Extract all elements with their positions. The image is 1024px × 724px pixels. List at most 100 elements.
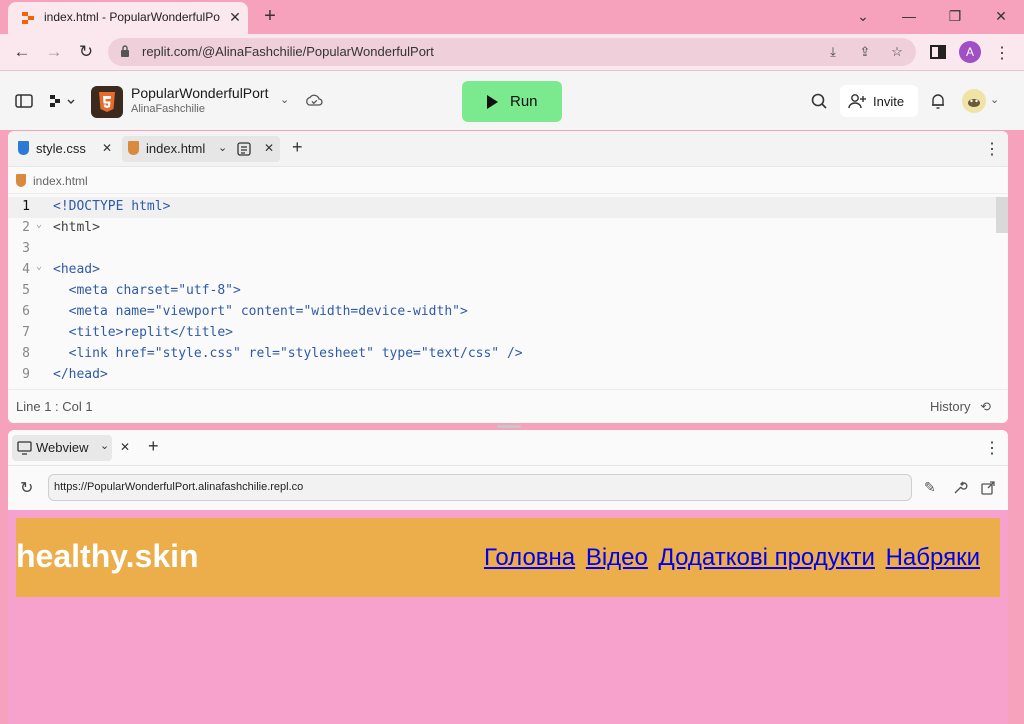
code-line[interactable]: 7 <title>replit</title> xyxy=(8,323,996,344)
close-icon[interactable]: ✕ xyxy=(120,440,130,454)
profile-avatar[interactable]: A xyxy=(959,41,981,63)
code-line[interactable]: 5 <meta charset="utf-8"> xyxy=(8,281,996,302)
breadcrumb-file[interactable]: index.html xyxy=(33,174,88,188)
webview-menu-icon[interactable]: ⋮ xyxy=(984,438,1000,458)
fold-chevron-icon[interactable]: ⌄ xyxy=(36,261,42,272)
close-icon[interactable]: ✕ xyxy=(264,141,274,155)
install-app-icon[interactable]: ⤓ xyxy=(824,43,842,61)
restore-button[interactable]: ❐ xyxy=(945,6,965,26)
line-number: 8 xyxy=(22,346,30,361)
edit-pencil-icon[interactable]: ✎ xyxy=(924,479,936,496)
history-button[interactable]: History ⟲ xyxy=(930,399,991,415)
add-tab-icon[interactable]: + xyxy=(292,137,303,158)
code-line[interactable]: 6 <meta name="viewport" content="width=d… xyxy=(8,302,996,323)
site-nav: Головна Відео Додаткові продукти Набряки xyxy=(480,544,980,572)
pane-resize-handle[interactable] xyxy=(497,425,521,428)
add-tab-icon[interactable]: + xyxy=(148,436,159,457)
search-icon[interactable] xyxy=(810,91,828,111)
editor-menu-icon[interactable]: ⋮ xyxy=(984,139,1000,159)
bookmark-star-icon[interactable]: ☆ xyxy=(888,43,906,61)
code-line[interactable]: 1 <!DOCTYPE html> xyxy=(8,197,996,218)
site-preview: healthy.skin Головна Відео Додаткові про… xyxy=(8,510,1008,724)
code-area[interactable]: 1 <!DOCTYPE html> 2 ⌄ <html> 3 4 ⌄ <head… xyxy=(8,197,1008,387)
tab-index-html[interactable]: index.html ⌄ ✕ xyxy=(122,136,280,162)
repl-html5-logo xyxy=(91,86,123,118)
sidebar-toggle-icon[interactable] xyxy=(15,91,33,111)
code-line[interactable]: 3 xyxy=(8,239,996,260)
code-text: <!DOCTYPE html> xyxy=(53,199,171,214)
chevron-down-icon[interactable]: ⌄ xyxy=(280,93,289,106)
tab-style-css[interactable]: style.css ✕ xyxy=(12,136,118,162)
line-number: 7 xyxy=(22,325,30,340)
webview-pane: Webview ⌄ ✕ + ⋮ ↻ https://PopularWonderf… xyxy=(8,430,1008,724)
new-tab-button[interactable]: + xyxy=(260,6,280,26)
line-number: 2 xyxy=(22,220,30,235)
play-icon xyxy=(487,95,498,109)
tab-webview[interactable]: Webview ⌄ xyxy=(12,435,112,461)
address-url: replit.com/@AlinaFashchilie/PopularWonde… xyxy=(142,44,434,59)
css-file-icon xyxy=(18,141,29,155)
open-new-tab-icon[interactable] xyxy=(980,480,996,496)
editor-scrollbar[interactable] xyxy=(996,197,1008,233)
browser-tab[interactable]: index.html - PopularWonderfulPo ✕ xyxy=(8,2,248,34)
nav-link-home[interactable]: Головна xyxy=(484,544,575,571)
side-panel-icon[interactable] xyxy=(929,43,947,61)
html-file-icon xyxy=(128,141,139,155)
fold-chevron-icon[interactable]: ⌄ xyxy=(36,219,42,230)
tab-label: index.html xyxy=(146,141,206,156)
invite-button[interactable]: Invite xyxy=(840,85,918,117)
chevron-down-icon[interactable]: ⌄ xyxy=(100,439,109,452)
address-bar[interactable]: replit.com/@AlinaFashchilie/PopularWonde… xyxy=(108,38,916,66)
back-button[interactable]: ← xyxy=(12,42,32,62)
browser-titlebar: index.html - PopularWonderfulPo ✕ + ⌄ — … xyxy=(0,0,1024,34)
repl-name[interactable]: PopularWonderfulPort xyxy=(131,85,268,101)
cursor-position: Line 1 : Col 1 xyxy=(16,399,93,414)
code-text: <title>replit</title> xyxy=(53,325,234,340)
replit-header: PopularWonderfulPort AlinaFashchilie ⌄ R… xyxy=(0,70,1024,130)
webview-url-input[interactable]: https://PopularWonderfulPort.alinafashch… xyxy=(48,474,912,501)
chevron-down-icon[interactable]: ⌄ xyxy=(218,141,227,154)
webview-tabs: Webview ⌄ ✕ + ⋮ xyxy=(8,430,1008,466)
close-window-button[interactable]: ✕ xyxy=(991,6,1011,26)
code-text: <meta name="viewport" content="width=dev… xyxy=(53,304,468,319)
code-line[interactable]: 9 </head> xyxy=(8,365,996,386)
reload-button[interactable]: ↻ xyxy=(76,42,96,62)
close-icon[interactable]: ✕ xyxy=(102,141,112,155)
tab-search-icon[interactable]: ⌄ xyxy=(853,6,873,26)
site-header: healthy.skin Головна Відео Додаткові про… xyxy=(16,518,1000,597)
share-icon[interactable]: ⇪ xyxy=(856,43,874,61)
lock-icon xyxy=(121,45,129,57)
replit-favicon-icon xyxy=(22,12,34,24)
code-line[interactable]: 4 ⌄ <head> xyxy=(8,260,996,281)
code-text: <head> xyxy=(53,262,100,277)
editor-statusbar: Line 1 : Col 1 History ⟲ xyxy=(8,389,1008,423)
devtools-wrench-icon[interactable] xyxy=(952,480,968,496)
repl-owner: AlinaFashchilie xyxy=(131,103,205,115)
replit-logo-icon[interactable] xyxy=(48,91,78,111)
forward-button[interactable]: → xyxy=(44,42,64,62)
run-button[interactable]: Run xyxy=(462,81,562,122)
code-line[interactable]: 2 ⌄ <html> xyxy=(8,218,996,239)
tab-label: Webview xyxy=(36,440,89,455)
bell-icon[interactable] xyxy=(929,91,947,111)
breadcrumb: index.html xyxy=(8,168,1008,194)
chevron-down-icon[interactable]: ⌄ xyxy=(990,93,999,106)
user-avatar[interactable] xyxy=(962,89,986,113)
browser-menu-icon[interactable]: ⋮ xyxy=(994,43,1010,63)
editor-tabs: style.css ✕ index.html ⌄ ✕ + ⋮ xyxy=(8,131,1008,167)
close-tab-icon[interactable]: ✕ xyxy=(227,9,243,25)
reload-icon[interactable]: ↻ xyxy=(20,478,33,498)
run-label: Run xyxy=(510,93,538,110)
nav-link-swelling[interactable]: Набряки xyxy=(886,544,980,571)
line-number: 3 xyxy=(22,241,30,256)
cloud-check-icon[interactable] xyxy=(305,91,323,111)
preview-icon[interactable] xyxy=(237,142,251,156)
monitor-icon xyxy=(17,441,32,455)
tab-label: style.css xyxy=(36,141,86,156)
code-text: <html> xyxy=(53,220,100,235)
line-number: 1 xyxy=(22,199,30,214)
nav-link-video[interactable]: Відео xyxy=(586,544,648,571)
nav-link-products[interactable]: Додаткові продукти xyxy=(659,544,875,571)
minimize-button[interactable]: — xyxy=(899,6,919,26)
code-line[interactable]: 8 <link href="style.css" rel="stylesheet… xyxy=(8,344,996,365)
